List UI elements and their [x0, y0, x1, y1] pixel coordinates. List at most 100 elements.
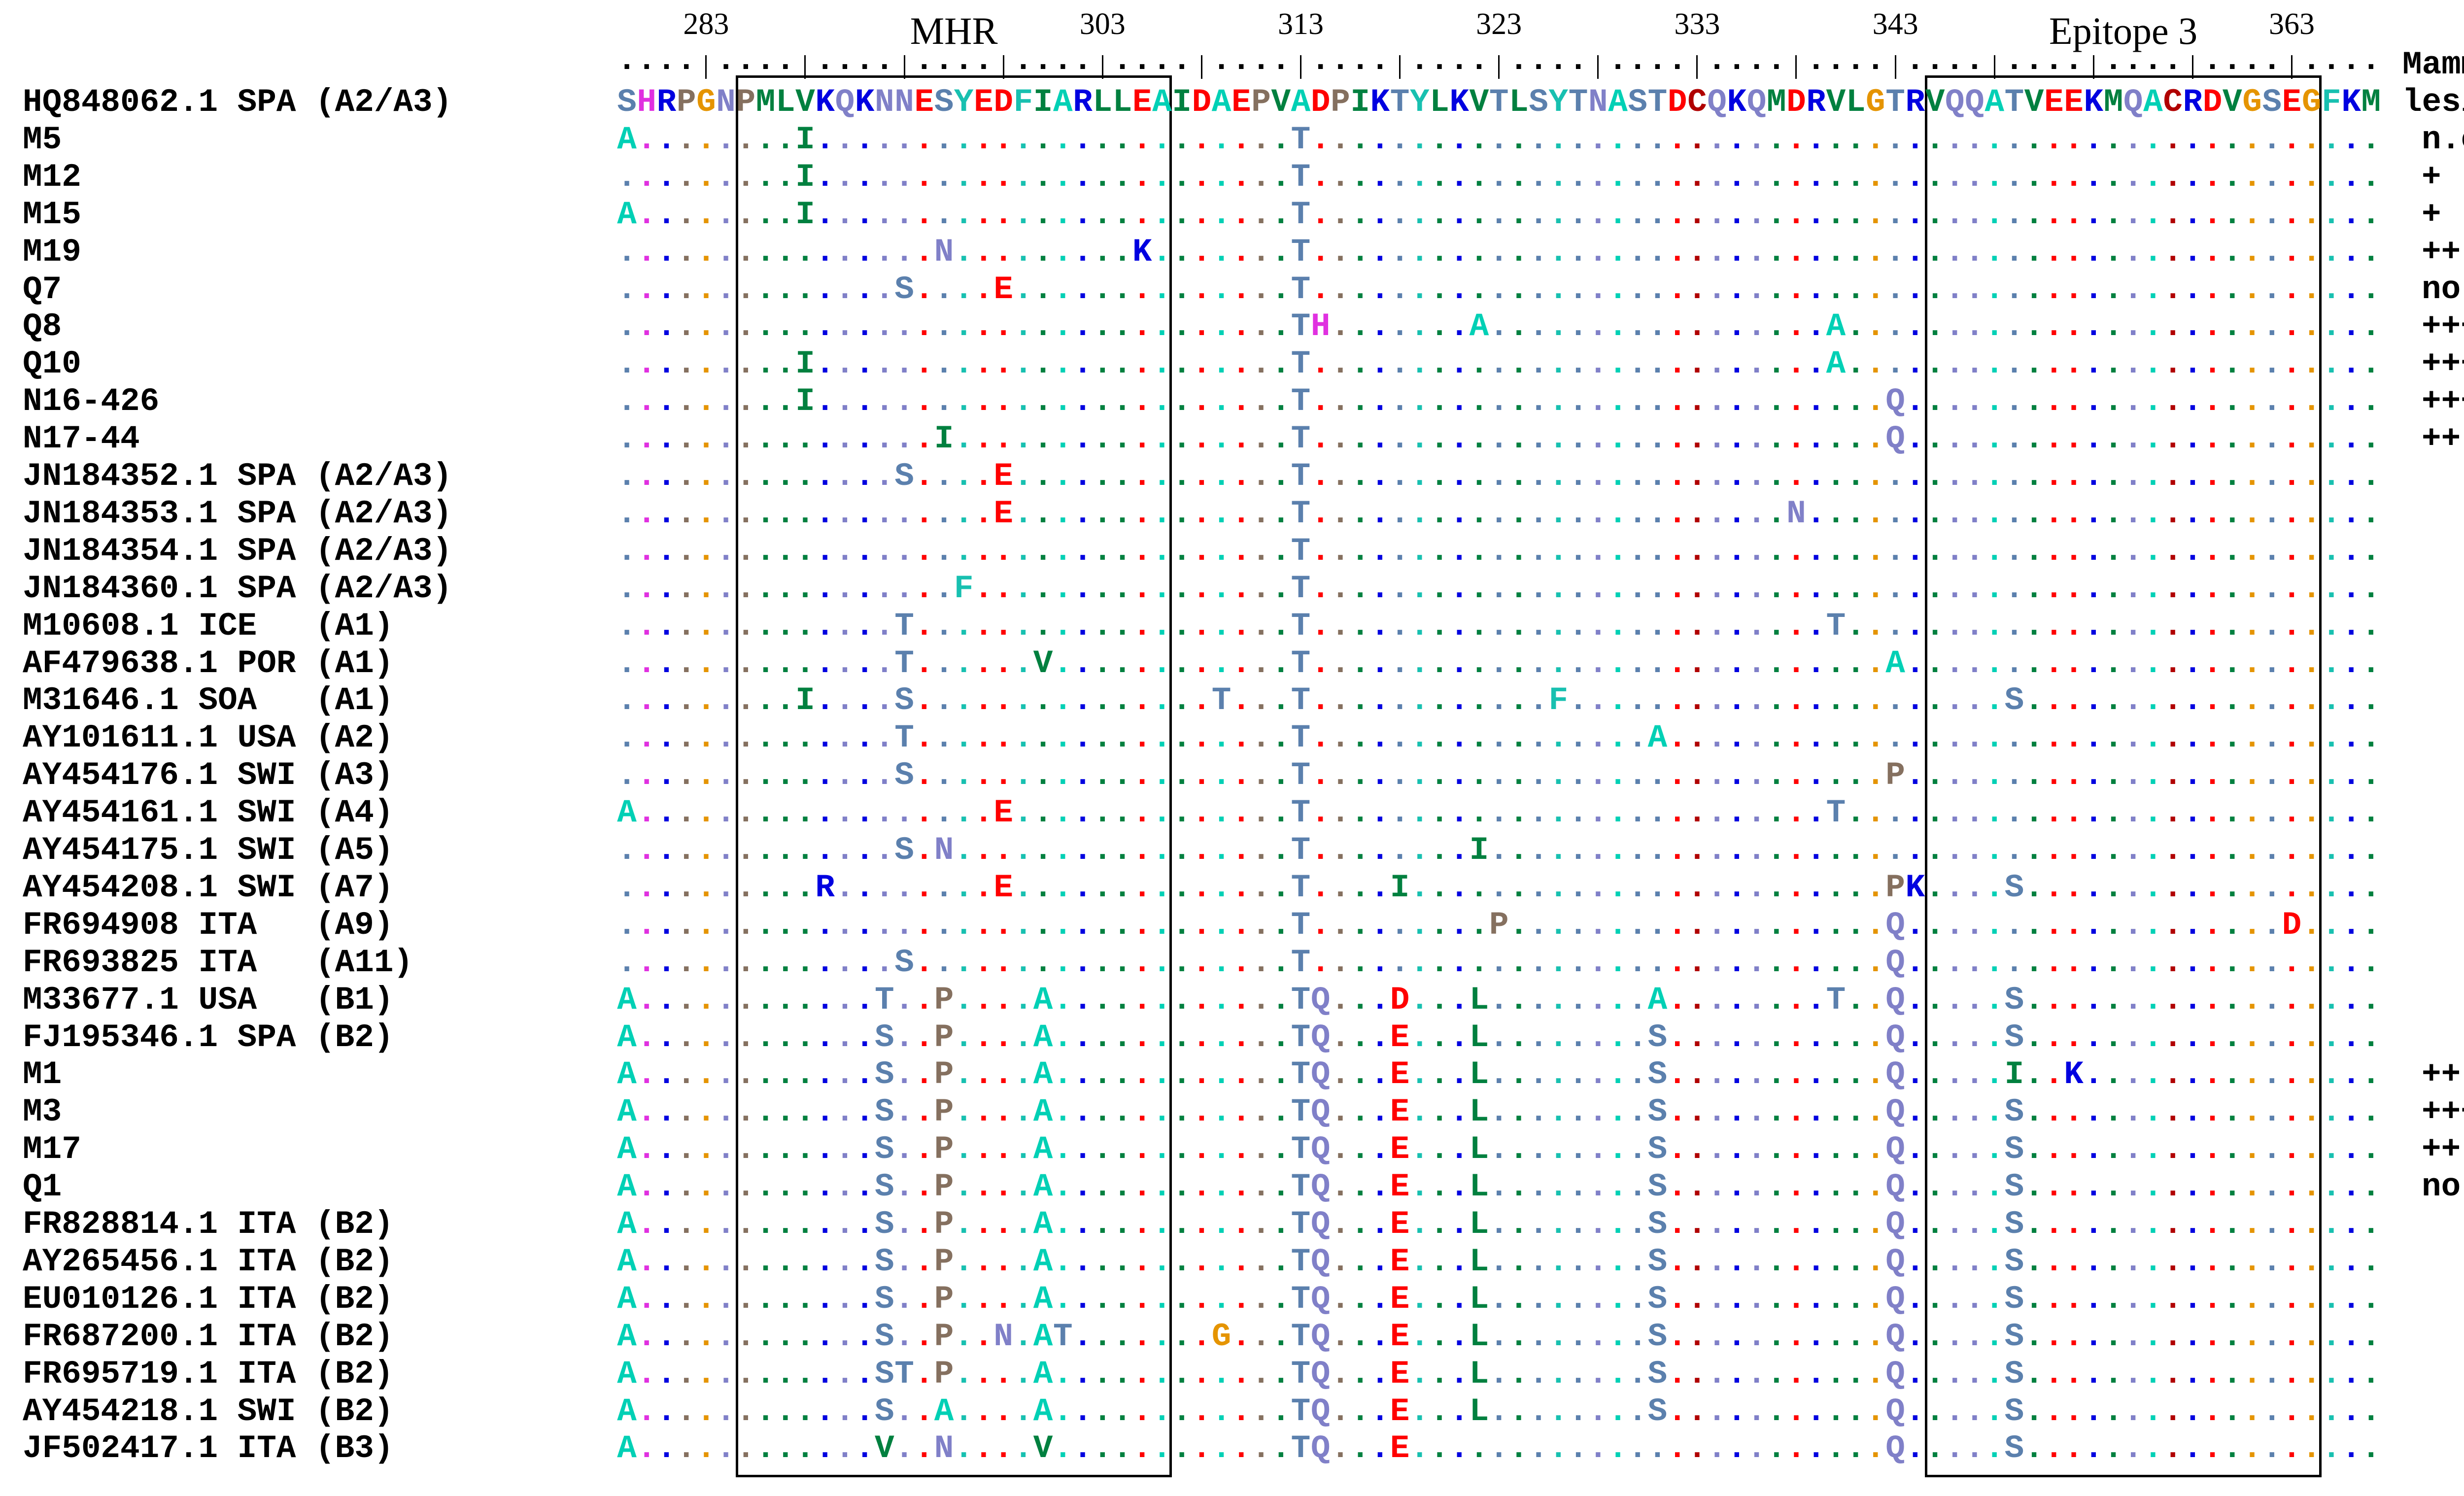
identity-dot: . [2242, 271, 2262, 308]
identity-dot: . [974, 1318, 993, 1355]
residue: A [1608, 84, 1628, 121]
identity-dot: . [1509, 1206, 1529, 1243]
identity-dot: . [1548, 233, 1569, 271]
identity-dot: . [1409, 981, 1430, 1019]
residue: Y [954, 84, 974, 121]
identity-dot: . [1866, 1243, 1885, 1280]
identity-dot: . [676, 158, 696, 196]
identity-dot: . [1073, 532, 1093, 570]
identity-dot: . [1806, 1243, 1826, 1280]
residue: S [875, 1019, 894, 1056]
identity-dot: . [1925, 233, 1945, 271]
identity-dot: . [1905, 607, 1925, 645]
identity-dot: . [1746, 645, 1767, 682]
identity-dot: . [2223, 121, 2242, 158]
identity-dot: . [1786, 233, 1806, 271]
identity-dot: . [2143, 1280, 2163, 1318]
identity-dot: . [1647, 345, 1668, 383]
identity-dot: . [1529, 1206, 1548, 1243]
identity-dot: . [894, 1430, 914, 1467]
identity-dot: . [1390, 794, 1410, 832]
identity-dot: . [1390, 271, 1410, 308]
identity-dot: . [1211, 570, 1232, 607]
identity-dot: . [2282, 1430, 2302, 1467]
identity-dot: . [795, 458, 815, 495]
identity-dot: . [1033, 271, 1053, 308]
identity-dot: . [1846, 1093, 1866, 1131]
identity-dot: . [1132, 607, 1152, 645]
identity-dot: . [974, 420, 993, 458]
identity-dot: . [1469, 458, 1489, 495]
identity-dot: . [1628, 944, 1648, 981]
identity-dot: . [1588, 719, 1608, 757]
identity-dot: . [954, 869, 974, 906]
isolate-name: N17-44 [23, 420, 140, 458]
identity-dot: . [755, 420, 776, 458]
identity-dot: . [2223, 420, 2242, 458]
identity-dot: . [1965, 719, 1985, 757]
isolate-name: M1 [23, 1056, 62, 1093]
identity-dot: . [1786, 1019, 1806, 1056]
alignment-row: M17 A............ S.. P.... A............ T Q.… [0, 1131, 2464, 1168]
identity-dot: . [1965, 607, 1985, 645]
identity-dot: . [617, 308, 637, 345]
identity-dot: . [2044, 719, 2064, 757]
identity-dot: . [1707, 495, 1727, 532]
residue: A [617, 1093, 637, 1131]
identity-dot: . [2242, 1318, 2262, 1355]
identity-dot: . [2123, 383, 2143, 420]
identity-dot: . [2361, 1280, 2381, 1318]
identity-dot: . [1826, 944, 1846, 981]
isolate-name: FR687200.1 ITA [23, 1318, 296, 1355]
identity-dot: . [736, 1243, 756, 1280]
identity-dot: . [676, 719, 696, 757]
identity-dot: . [2322, 682, 2341, 719]
identity-dot: . [1232, 1206, 1251, 1243]
identity-dot: . [676, 196, 696, 233]
identity-dot: . [914, 1168, 934, 1206]
identity-dot: . [696, 719, 716, 757]
identity-dot: . [1073, 1131, 1093, 1168]
identity-dot: . [1489, 607, 1509, 645]
identity-dot: . [1806, 1206, 1826, 1243]
identity-dot: . [974, 981, 993, 1019]
identity-dot: . [954, 1093, 974, 1131]
identity-dot: . [1409, 1168, 1430, 1206]
identity-dot: . [1152, 682, 1172, 719]
residue: L [1469, 981, 1489, 1019]
identity-dot: . [1093, 1131, 1113, 1168]
identity-dot: . [894, 570, 914, 607]
identity-dot: . [1905, 1430, 1925, 1467]
identity-dot: . [1608, 645, 1628, 682]
identity-dot: . [1013, 1355, 1033, 1393]
identity-dot: . [676, 271, 696, 308]
identity-dot: . [1409, 271, 1430, 308]
identity-dot: . [676, 383, 696, 420]
identity-dot: . [2322, 607, 2341, 645]
identity-dot: . [1013, 607, 1033, 645]
identity-dot: . [2202, 682, 2223, 719]
identity-dot: . [1905, 121, 1925, 158]
identity-dot: . [2301, 1280, 2322, 1318]
identity-dot: . [1608, 1318, 1628, 1355]
identity-dot: . [1053, 607, 1073, 645]
identity-dot: . [2024, 944, 2044, 981]
identity-dot: . [835, 1206, 855, 1243]
identity-dot: . [1409, 794, 1430, 832]
identity-dot: . [1806, 495, 1826, 532]
identity-dot: . [1093, 420, 1113, 458]
residue: Q [1885, 1280, 1905, 1318]
identity-dot: . [1509, 1168, 1529, 1206]
identity-dot: . [815, 1019, 835, 1056]
residue: Q [1310, 1056, 1331, 1093]
identity-dot: . [1073, 121, 1093, 158]
identity-dot: . [2163, 832, 2183, 869]
identity-dot: . [1449, 1355, 1470, 1393]
identity-dot: . [1132, 944, 1152, 981]
lesion-score: ++ [2422, 1056, 2461, 1093]
identity-dot: . [1548, 1056, 1569, 1093]
identity-dot: . [2262, 1393, 2282, 1430]
residue: R [815, 869, 835, 906]
identity-dot: . [875, 233, 894, 271]
identity-dot: . [2084, 1168, 2104, 1206]
